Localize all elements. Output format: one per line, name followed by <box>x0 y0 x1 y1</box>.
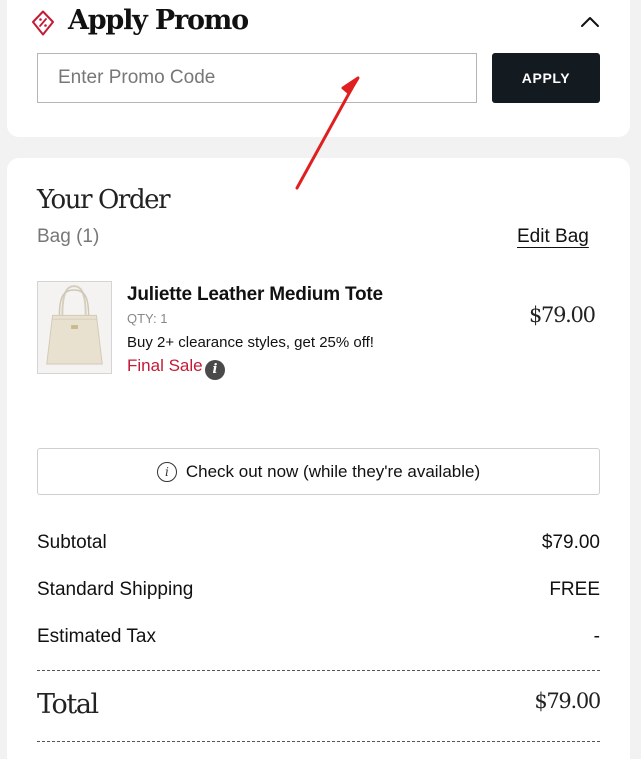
tax-label: Estimated Tax <box>37 626 156 647</box>
info-icon[interactable]: i <box>205 360 225 380</box>
subtotal-value: $79.00 <box>541 532 600 553</box>
apply-promo-button[interactable]: APPLY <box>492 53 600 103</box>
promo-tag-icon <box>32 10 54 36</box>
product-name[interactable]: Juliette Leather Medium Tote <box>127 284 383 306</box>
chevron-up-icon[interactable] <box>579 14 601 30</box>
bag-count: Bag (1) <box>37 226 100 247</box>
subtotal-label: Subtotal <box>37 532 107 553</box>
shipping-label: Standard Shipping <box>37 579 194 600</box>
order-title: Your Order <box>37 185 171 215</box>
total-value: $79.00 <box>534 689 601 713</box>
product-quantity: QTY: 1 <box>127 311 168 326</box>
edit-bag-link[interactable]: Edit Bag <box>517 226 589 248</box>
tote-bag-image <box>38 282 111 373</box>
shipping-value: FREE <box>549 579 600 600</box>
promo-code-input[interactable] <box>37 53 477 103</box>
info-circle-icon: i <box>156 461 177 482</box>
product-thumbnail[interactable] <box>37 281 112 374</box>
divider <box>37 741 600 742</box>
product-price: $79.00 <box>529 303 596 327</box>
product-promo-message: Buy 2+ clearance styles, get 25% off! <box>127 334 374 351</box>
checkout-note-text: Check out now (while they're available) <box>185 461 481 481</box>
total-label: Total <box>37 689 99 720</box>
tax-value: - <box>593 626 600 647</box>
promo-section-title: Apply Promo <box>68 5 249 36</box>
final-sale-label: Final Sale <box>127 356 203 375</box>
checkout-urgency-banner: i Check out now (while they're available… <box>37 448 600 495</box>
divider <box>37 670 600 671</box>
